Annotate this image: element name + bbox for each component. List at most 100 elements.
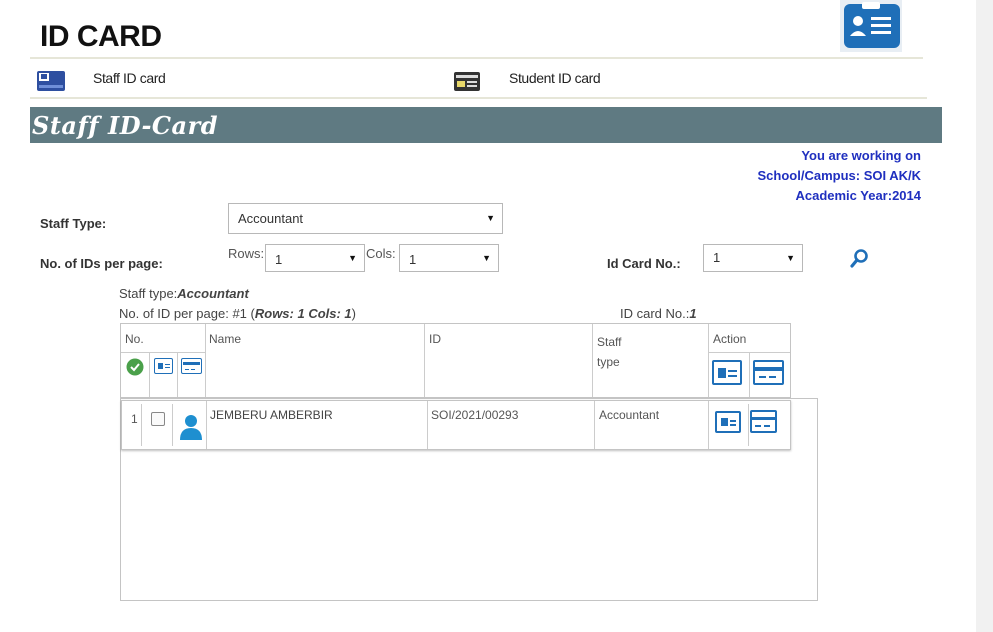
print-front-all-button[interactable]	[712, 360, 742, 385]
col-header-staff-type-line1: Staff	[597, 335, 622, 349]
staff-type-label: Staff Type:	[40, 216, 107, 231]
column-divider	[592, 324, 593, 397]
staff-id-card-label: Staff ID card	[93, 70, 166, 86]
rows-label: Rows:	[228, 246, 265, 261]
table-row: 1 JEMBERU AMBERBIR SOI/2021/00293 Accoun…	[121, 400, 791, 450]
summary-staff-type-value: Accountant	[177, 286, 249, 301]
card-stripe-mark	[183, 362, 200, 365]
working-context: You are working on School/Campus: SOI AK…	[758, 146, 921, 206]
column-divider	[424, 324, 425, 397]
staff-type: Accountant	[599, 408, 660, 422]
cols-label: Cols:	[366, 246, 396, 261]
page-title: ID CARD	[40, 20, 162, 53]
chevron-down-icon: ▼	[786, 253, 795, 263]
front-card-all-icon[interactable]	[154, 358, 173, 374]
column-divider	[708, 401, 709, 449]
section-banner: Staff ID-Card	[30, 107, 942, 143]
card-line-mark	[730, 420, 736, 422]
person-avatar-icon	[179, 413, 203, 441]
card-line-mark	[185, 369, 189, 370]
column-divider	[748, 404, 749, 446]
student-card-icon	[453, 70, 481, 97]
summary-ids-detail: Rows: 1 Cols: 1	[254, 306, 352, 321]
column-divider	[708, 324, 709, 397]
card-line-mark	[728, 370, 737, 372]
header-divider	[708, 352, 790, 353]
cols-value: 1	[409, 252, 417, 267]
select-all-check-icon[interactable]	[126, 358, 144, 376]
summary-card-no-value: 1	[689, 306, 697, 321]
column-divider	[206, 401, 207, 449]
id-card-no-value: 1	[713, 250, 721, 265]
back-card-all-icon[interactable]	[181, 358, 202, 374]
print-front-button[interactable]	[715, 411, 741, 433]
col-header-name: Name	[209, 332, 242, 346]
summary-staff-type: Staff type:Accountant	[119, 286, 249, 301]
chevron-down-icon: ▼	[486, 213, 495, 223]
card-line-mark	[165, 367, 170, 368]
card-line-mark	[730, 424, 736, 426]
staff-type-value: Accountant	[238, 211, 304, 226]
card-line-mark	[165, 364, 170, 365]
summary-card-no-prefix: ID card No.:	[620, 306, 690, 321]
staff-id: SOI/2021/00293	[431, 408, 519, 422]
column-divider	[205, 324, 206, 397]
card-line-mark	[755, 425, 761, 427]
card-line-mark	[728, 375, 737, 377]
column-divider	[427, 401, 428, 449]
card-portrait-mark	[721, 418, 728, 426]
id-card-no-select[interactable]: 1 ▼	[703, 244, 803, 272]
student-id-card-tab[interactable]: Student ID card	[453, 68, 713, 94]
nav-divider	[30, 97, 927, 99]
card-line-mark	[769, 376, 776, 378]
column-divider	[749, 352, 750, 397]
column-divider	[149, 352, 150, 397]
page-scrollbar[interactable]	[976, 0, 993, 632]
col-header-action: Action	[713, 332, 747, 346]
col-header-no: No.	[125, 332, 144, 346]
column-divider	[141, 404, 142, 446]
student-id-card-label: Student ID card	[509, 70, 601, 86]
card-portrait-mark	[158, 363, 163, 369]
staff-card-icon	[36, 70, 66, 97]
table-header: No. Name ID Staff type Action	[120, 323, 791, 398]
row-number: 1	[131, 412, 138, 426]
rows-select[interactable]: 1 ▼	[265, 244, 365, 272]
staff-name: JEMBERU AMBERBIR	[210, 408, 333, 422]
summary-ids-prefix: No. of ID per page: #1 (	[119, 306, 255, 321]
card-stripe-mark	[752, 417, 775, 420]
staff-id-card-tab[interactable]: Staff ID card	[36, 68, 296, 94]
title-divider	[30, 57, 923, 59]
column-divider	[172, 404, 173, 446]
summary-card-no: ID card No.:1	[620, 306, 697, 321]
banner-title: Staff ID-Card	[32, 111, 218, 140]
context-academic-year: Academic Year:2014	[795, 188, 921, 203]
summary-ids-per-page: No. of ID per page: #1 (Rows: 1 Cols: 1)	[119, 306, 356, 321]
search-icon[interactable]	[850, 248, 870, 268]
col-header-staff-type: Staff type	[597, 332, 621, 372]
context-school: School/Campus: SOI AK/K	[757, 168, 921, 183]
summary-staff-type-prefix: Staff type:	[119, 286, 178, 301]
rows-value: 1	[275, 252, 283, 267]
column-divider	[594, 401, 595, 449]
card-line-mark	[764, 425, 770, 427]
ids-per-page-label: No. of IDs per page:	[40, 256, 163, 271]
column-divider	[177, 352, 178, 397]
header-divider	[121, 352, 205, 353]
id-card-no-label: Id Card No.:	[607, 256, 681, 271]
print-back-button[interactable]	[750, 410, 777, 433]
id-badge-icon	[838, 0, 902, 52]
print-back-all-button[interactable]	[753, 360, 784, 385]
chevron-down-icon: ▼	[348, 253, 357, 263]
row-select-checkbox[interactable]	[151, 412, 165, 426]
col-header-id: ID	[429, 332, 441, 346]
card-line-mark	[759, 376, 766, 378]
context-line-1: You are working on	[801, 148, 921, 163]
cols-select[interactable]: 1 ▼	[399, 244, 499, 272]
summary-ids-suffix: )	[351, 306, 356, 321]
card-line-mark	[191, 369, 195, 370]
card-stripe-mark	[755, 367, 782, 371]
chevron-down-icon: ▼	[482, 253, 491, 263]
card-portrait-mark	[718, 368, 726, 378]
staff-type-select[interactable]: Accountant ▼	[228, 203, 503, 234]
